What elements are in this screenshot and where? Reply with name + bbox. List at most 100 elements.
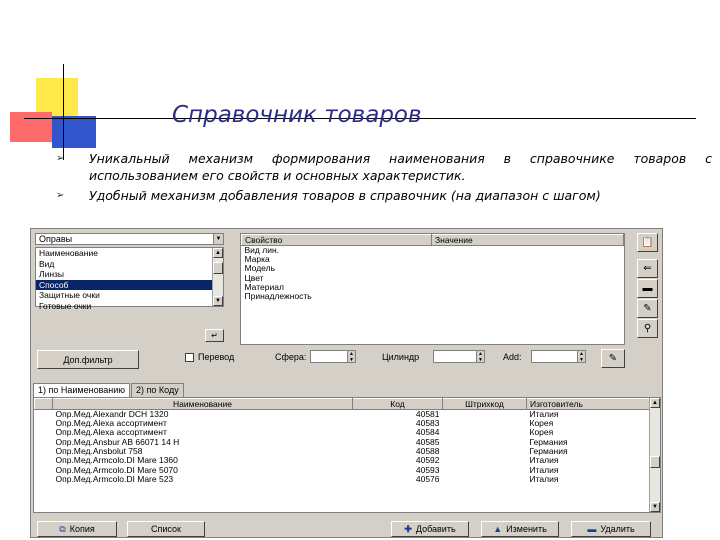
attributes-scrollbar[interactable]: ▲ ▼	[212, 248, 223, 306]
table-row[interactable]: Опр.Мед.Armcolo.DI Mare 523 40576 Италия	[35, 475, 660, 484]
tab-by-name[interactable]: 1) по Наименованию	[33, 383, 131, 398]
column-header[interactable]: Код	[352, 398, 443, 410]
table-row[interactable]: Материал	[242, 283, 624, 292]
add-button[interactable]: ✚ Добавить	[391, 521, 469, 537]
property-name: Марка	[244, 255, 270, 265]
cylinder-field[interactable]: ▲ ▼	[433, 350, 485, 363]
move-button[interactable]: ⇐	[637, 259, 658, 278]
table-row[interactable]: Опр.Мед.Alexa ассортимент 40583 Корея	[35, 419, 660, 428]
spin-icon[interactable]: ▲ ▼	[347, 351, 355, 363]
property-name: Материал	[244, 282, 284, 293]
column-header[interactable]: Значение	[431, 234, 624, 246]
delete-button[interactable]: ▬ Удалить	[571, 521, 651, 537]
property-name: Модель	[244, 264, 276, 274]
app-window: Оправы ▼ Наименование Вид Линзы Способ З…	[30, 228, 663, 538]
extra-filter-button[interactable]: Доп.фильтр	[37, 350, 139, 369]
add-field[interactable]: ▲ ▼	[531, 350, 586, 363]
binoculars-icon: ⚲	[643, 323, 652, 334]
copy-icon: ⧉	[59, 523, 66, 534]
scroll-thumb[interactable]	[213, 262, 223, 274]
sphere-field[interactable]: ▲ ▼	[310, 350, 356, 363]
chevron-down-icon[interactable]: ▼	[213, 234, 223, 244]
plus-icon: ✚	[404, 523, 412, 534]
table-row[interactable]: Опр.Мед.Alexa ассортимент 40584 Корея	[35, 428, 660, 437]
clipboard-icon: 📋	[641, 237, 654, 248]
decor-vertical-line	[63, 64, 64, 160]
remove-property-button[interactable]: ▬	[637, 279, 658, 298]
column-header[interactable]: Свойство	[241, 234, 432, 246]
column-header[interactable]: Изготовитель	[526, 398, 660, 410]
scroll-down-icon[interactable]: ▼	[213, 296, 223, 306]
clear-filter-button[interactable]: ✎	[601, 349, 625, 368]
edit-button[interactable]: ▲ Изменить	[481, 521, 559, 537]
list-item[interactable]: Вид	[36, 259, 223, 270]
list-item[interactable]: Наименование	[36, 248, 223, 259]
table-row[interactable]: Вид лин.	[242, 246, 624, 256]
category-combo-value: Оправы	[39, 234, 73, 244]
sphere-label: Сфера:	[275, 352, 307, 362]
scroll-up-icon[interactable]: ▲	[213, 248, 223, 258]
property-name: Вид лин.	[244, 245, 280, 255]
add-label: Add:	[503, 352, 522, 362]
category-combo[interactable]: Оправы ▼	[35, 233, 224, 245]
products-grid: Наименование Код Штрихкод Изготовитель О…	[33, 397, 661, 513]
properties-grid: Свойство Значение Вид лин. Марка Модель …	[240, 233, 625, 345]
products-scrollbar[interactable]: ▲ ▼	[649, 398, 660, 512]
column-header[interactable]: Наименование	[52, 398, 353, 410]
bullet-item: ➢ Уникальный механизм формирования наиме…	[52, 150, 712, 184]
arrow-bullet-icon: ➢	[56, 153, 65, 164]
scroll-thumb[interactable]	[650, 456, 660, 468]
minus-icon: ▬	[642, 283, 653, 294]
bullet-list: ➢ Уникальный механизм формирования наиме…	[52, 150, 712, 207]
clear-button[interactable]: ✎	[637, 299, 658, 318]
clipboard-button[interactable]: 📋	[637, 233, 658, 252]
scroll-down-icon[interactable]: ▼	[650, 502, 660, 512]
minus-icon: ▬	[587, 524, 597, 534]
table-row[interactable]: Опр.Мед.Ansbur AB 66071 14 H 40585 Германи…	[35, 438, 660, 447]
broom-icon: ✎	[643, 303, 652, 314]
properties-table: Свойство Значение Вид лин. Марка Модель …	[241, 234, 624, 301]
find-button[interactable]: ⚲	[637, 319, 658, 338]
reverse-checkbox[interactable]	[185, 353, 194, 362]
decor-yellow-square	[36, 78, 78, 116]
table-row[interactable]: Опр.Мед.Alexandr DCH 1320 40581 Италия	[35, 410, 660, 420]
return-arrow-icon: ↵	[211, 331, 218, 340]
cylinder-label: Цилиндр	[382, 352, 420, 362]
property-name: Цвет	[244, 273, 264, 283]
list-item[interactable]: Готовые очки	[36, 301, 223, 312]
return-button[interactable]: ↵	[205, 329, 224, 342]
table-row[interactable]: Модель	[242, 264, 624, 273]
column-header[interactable]: Штрихкод	[442, 398, 527, 410]
decor-red-square	[10, 112, 52, 142]
list-button[interactable]: Список	[127, 521, 205, 537]
bullet-item: ➢ Удобный механизм добавления товаров в …	[52, 187, 712, 204]
products-table: Наименование Код Штрихкод Изготовитель О…	[34, 398, 660, 484]
copy-button[interactable]: ⧉ Копия	[37, 521, 117, 537]
spin-icon[interactable]: ▲ ▼	[577, 351, 585, 363]
table-row[interactable]: Марка	[242, 255, 624, 264]
list-item[interactable]: Защитные очки	[36, 290, 223, 301]
table-row[interactable]: Опр.Мед.Armcolo.DI Mare 5070 40593 Италия	[35, 465, 660, 474]
properties-header-row: Свойство Значение	[241, 234, 624, 246]
tab-by-code[interactable]: 2) по Коду	[131, 383, 184, 397]
slide-title: Справочник товаров	[172, 102, 422, 128]
decor-blue-square	[52, 116, 96, 148]
edit-icon: ▲	[493, 524, 503, 534]
table-row[interactable]: Опр.Мед.Ansbolut 758 40588 Германия	[35, 447, 660, 456]
broom-icon: ✎	[608, 353, 618, 364]
list-item[interactable]: Линзы	[36, 269, 223, 280]
spin-icon[interactable]: ▲ ▼	[476, 351, 484, 363]
bullet-text: Уникальный механизм формирования наимено…	[89, 151, 712, 183]
property-name: Принадлежность	[244, 292, 312, 302]
table-row[interactable]: Опр.Мед.Armcolo.DI Mare 1360 40592 Италия	[35, 456, 660, 465]
arrow-bullet-icon: ➢	[56, 190, 65, 201]
arrow-left-icon: ⇐	[643, 263, 652, 274]
scroll-up-icon[interactable]: ▲	[650, 398, 660, 408]
table-row[interactable]: Цвет	[242, 274, 624, 283]
list-item-selected[interactable]: Способ	[36, 279, 223, 290]
tab-strip: 1) по Наименованию 2) по Коду	[33, 383, 185, 398]
products-header-row: Наименование Код Штрихкод Изготовитель	[34, 398, 660, 410]
attributes-list: Наименование Вид Линзы Способ Защитные о…	[35, 247, 224, 311]
table-row[interactable]: Принадлежность	[242, 292, 624, 301]
bullet-text: Удобный механизм добавления товаров в сп…	[89, 188, 601, 203]
